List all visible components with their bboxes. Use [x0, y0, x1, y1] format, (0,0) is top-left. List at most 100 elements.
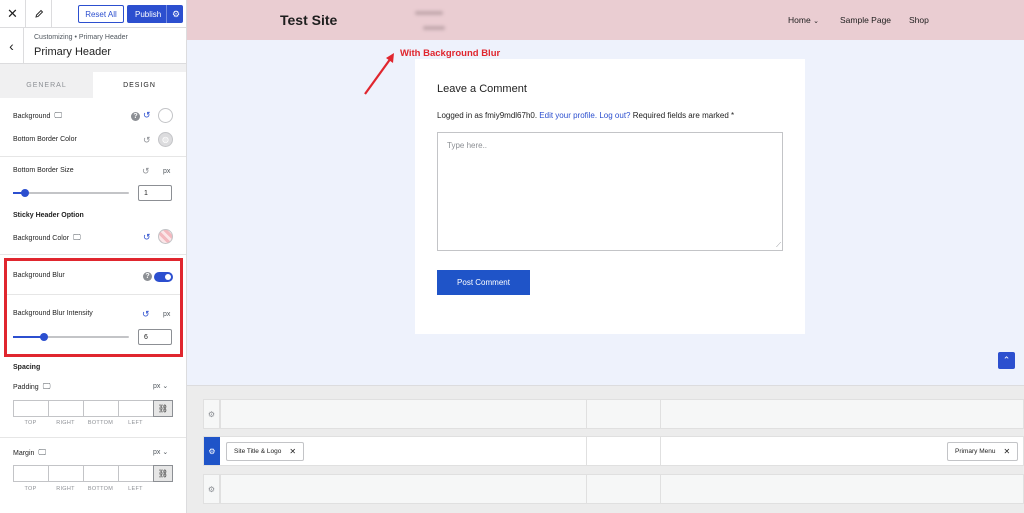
monitor-icon[interactable]: 🖵: [73, 233, 81, 243]
background-color-swatch[interactable]: [158, 108, 173, 123]
builder-row-above[interactable]: ⚙: [203, 399, 1024, 429]
padding-bottom-input[interactable]: [83, 400, 118, 417]
tab-general[interactable]: GENERAL: [0, 72, 93, 98]
reset-icon[interactable]: ↺: [142, 166, 150, 177]
customizer-sidebar: ✕ Reset All Publish ⚙ ‹ Customizing • Pr…: [0, 0, 187, 513]
gear-icon[interactable]: ⚙: [204, 400, 220, 428]
link-icon[interactable]: ⛓: [153, 400, 173, 417]
site-title-logo-chip[interactable]: Site Title & Logo ✕: [226, 442, 305, 461]
slider-handle[interactable]: [40, 333, 48, 341]
padding-row: Padding 🖵: [13, 382, 50, 392]
close-icon[interactable]: ✕: [289, 447, 296, 456]
close-icon[interactable]: ✕: [0, 0, 26, 28]
gear-icon[interactable]: ⚙: [169, 5, 183, 23]
site-preview: Test Site Home ⌄ Sample Page Shop With B…: [187, 0, 1024, 385]
publish-separator: [166, 5, 167, 23]
sticky-section-title: Sticky Header Option: [13, 212, 84, 219]
margin-left-input[interactable]: [118, 465, 153, 482]
chevron-up-icon: ⌃: [1002, 355, 1011, 365]
builder-row-primary[interactable]: ⚙ Site Title & Logo ✕ Primary Menu ✕: [203, 436, 1024, 466]
margin-right-input[interactable]: [48, 465, 83, 482]
post-comment-button[interactable]: Post Comment: [437, 270, 530, 295]
monitor-icon[interactable]: 🖵: [54, 111, 62, 121]
side-label-top: TOP: [24, 486, 37, 492]
gear-icon[interactable]: ⚙: [204, 437, 220, 465]
chip-label: Primary Menu: [955, 448, 996, 455]
pencil-icon[interactable]: [26, 0, 52, 28]
scroll-to-top-button[interactable]: ⌃: [998, 352, 1015, 369]
padding-right-input[interactable]: [48, 400, 83, 417]
required-note: Required fields are marked *: [632, 111, 735, 120]
nav-item-shop[interactable]: Shop: [909, 15, 929, 25]
logged-in-text: Logged in as fmiy9mdl67h0.: [437, 111, 538, 120]
close-icon[interactable]: ✕: [1003, 447, 1010, 456]
background-row: Background 🖵: [13, 111, 62, 121]
edit-profile-link[interactable]: Edit your profile.: [539, 111, 597, 120]
builder-column[interactable]: [586, 437, 587, 465]
blur-intensity-slider[interactable]: [13, 333, 129, 341]
margin-unit-select[interactable]: px ⌄: [153, 448, 168, 456]
bottom-border-size-input[interactable]: 1: [138, 185, 172, 201]
builder-column[interactable]: [660, 400, 661, 428]
padding-unit-select[interactable]: px ⌄: [153, 382, 168, 390]
breadcrumb: ‹ Customizing • Primary Header Primary H…: [0, 28, 186, 64]
monitor-icon[interactable]: 🖵: [43, 382, 51, 392]
padding-label: Padding: [13, 383, 39, 391]
help-icon[interactable]: ?: [143, 272, 152, 281]
publish-button[interactable]: Publish ⚙: [127, 5, 183, 23]
margin-row: Margin 🖵: [13, 448, 46, 458]
margin-unit: px: [153, 449, 161, 456]
gear-icon[interactable]: ⚙: [204, 475, 220, 503]
blurred-text: [415, 11, 443, 15]
divider: [7, 294, 180, 295]
chevron-left-icon[interactable]: ‹: [0, 28, 24, 64]
reset-icon[interactable]: ↺: [143, 232, 151, 243]
primary-header[interactable]: Test Site Home ⌄ Sample Page Shop: [187, 0, 1024, 40]
builder-column[interactable]: [220, 400, 221, 428]
padding-unit: px: [153, 383, 161, 390]
reset-icon[interactable]: ↺: [142, 309, 150, 320]
reset-icon[interactable]: ↺: [143, 110, 151, 121]
nav-item-sample-page[interactable]: Sample Page: [840, 15, 891, 25]
annotation-arrow: [364, 53, 394, 95]
logout-link[interactable]: Log out?: [599, 111, 630, 120]
help-icon[interactable]: ?: [131, 112, 140, 121]
sticky-bg-color-swatch[interactable]: [158, 229, 173, 244]
customizer-topbar: ✕ Reset All Publish ⚙: [0, 0, 186, 28]
panel-title: Primary Header: [34, 46, 112, 58]
builder-column[interactable]: [660, 475, 661, 503]
blur-intensity-input[interactable]: 6: [138, 329, 172, 345]
nav-item-home[interactable]: Home ⌄: [788, 15, 819, 25]
globe-icon[interactable]: ◍: [158, 132, 173, 147]
primary-menu-chip[interactable]: Primary Menu ✕: [947, 442, 1019, 461]
nav-home-label: Home: [788, 15, 811, 25]
bottom-border-size-slider[interactable]: [13, 189, 129, 197]
breadcrumb-path: Customizing • Primary Header: [34, 34, 128, 41]
site-title[interactable]: Test Site: [280, 12, 337, 28]
reset-all-button[interactable]: Reset All: [78, 5, 124, 23]
padding-inputs: ⛓: [13, 400, 173, 417]
tab-design[interactable]: DESIGN: [93, 72, 186, 98]
builder-column[interactable]: [220, 475, 221, 503]
bottom-border-color-label: Bottom Border Color: [13, 136, 77, 143]
monitor-icon[interactable]: 🖵: [38, 448, 46, 458]
builder-column[interactable]: [586, 475, 587, 503]
background-label: Background: [13, 112, 51, 120]
builder-column[interactable]: [660, 437, 661, 465]
blur-intensity-row: Background Blur Intensity: [13, 310, 93, 317]
margin-bottom-input[interactable]: [83, 465, 118, 482]
reset-icon[interactable]: ↺: [143, 135, 151, 146]
resize-handle-icon[interactable]: ⟋: [776, 242, 781, 250]
background-blur-toggle[interactable]: [154, 272, 173, 282]
builder-row-below[interactable]: ⚙: [203, 474, 1024, 504]
slider-handle[interactable]: [21, 189, 29, 197]
publish-label: Publish: [135, 9, 162, 19]
sticky-bg-row: Background Color 🖵: [13, 233, 81, 243]
link-icon[interactable]: ⛓: [153, 465, 173, 482]
margin-top-input[interactable]: [13, 465, 48, 482]
padding-left-input[interactable]: [118, 400, 153, 417]
annotation-label: With Background Blur: [400, 48, 501, 59]
comment-textarea[interactable]: Type here.. ⟋: [437, 132, 783, 251]
builder-column[interactable]: [586, 400, 587, 428]
padding-top-input[interactable]: [13, 400, 48, 417]
